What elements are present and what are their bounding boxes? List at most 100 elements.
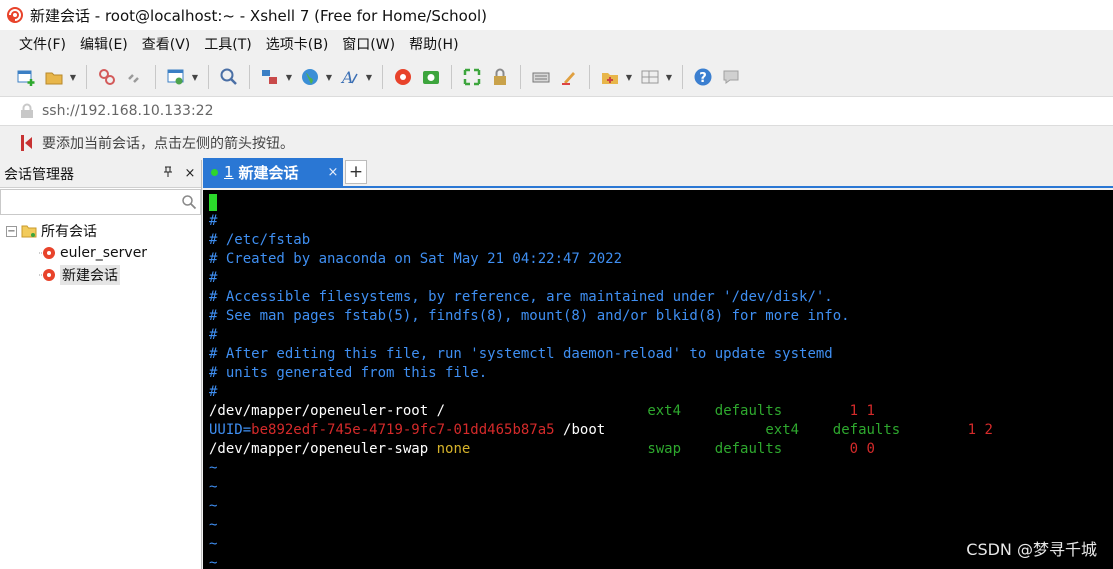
tree-root-all-sessions[interactable]: − 所有会话 (0, 220, 201, 242)
toolbar-separator (249, 65, 250, 89)
find-icon[interactable] (217, 65, 241, 89)
menu-help[interactable]: 帮助(H) (402, 34, 465, 54)
terminal-line: # After editing this file, run 'systemct… (209, 346, 833, 362)
help-icon[interactable]: ? (691, 65, 715, 89)
menu-window[interactable]: 窗口(W) (335, 34, 402, 54)
terminal-line: # Created by anaconda on Sat May 21 04:2… (209, 251, 623, 267)
svg-text:?: ? (699, 71, 707, 86)
open-folder-icon[interactable] (42, 65, 66, 89)
globe-dropdown-icon[interactable]: ▼ (324, 65, 334, 89)
window-title: 新建会话 - root@localhost:~ - Xshell 7 (Free… (30, 6, 488, 25)
add-session-arrow-icon[interactable] (20, 134, 34, 152)
layout-icon[interactable] (638, 65, 662, 89)
terminal-line: # Accessible filesystems, by reference, … (209, 289, 833, 305)
fstab-options: defaults (714, 441, 783, 457)
fstab-options: defaults (714, 403, 783, 419)
terminal-cursor-line (209, 193, 1113, 212)
transfer-icon[interactable] (258, 65, 282, 89)
fstab-mount: /boot (563, 422, 606, 438)
menu-view[interactable]: 查看(V) (135, 34, 198, 54)
connected-status-icon (211, 168, 218, 176)
terminal-empty-line: ~ (209, 460, 218, 476)
globe-icon[interactable] (298, 65, 322, 89)
session-item[interactable]: euler_server (0, 242, 201, 264)
fstab-mount: none (436, 441, 471, 457)
tab-label: 新建会话 (238, 163, 299, 182)
close-panel-button[interactable]: × (179, 166, 201, 181)
highlight-icon[interactable] (557, 65, 581, 89)
tab-session-active[interactable]: 1 新建会话 × (203, 158, 343, 186)
new-session-icon[interactable] (14, 65, 38, 89)
toolbar-separator (451, 65, 452, 89)
fstab-fs: ext4 (765, 422, 800, 438)
fstab-options: defaults (832, 422, 901, 438)
menu-tabs[interactable]: 选项卡(B) (259, 34, 336, 54)
address-bar[interactable]: ssh://192.168.10.133:22 (0, 96, 1113, 126)
terminal-line: # (209, 384, 218, 400)
terminal-line: # units generated from this file. (209, 365, 488, 381)
session-label: euler_server (60, 245, 148, 261)
session-manager-header: 会话管理器 × (0, 160, 201, 188)
properties-icon[interactable] (164, 65, 188, 89)
add-tab-button[interactable]: + (345, 160, 367, 184)
terminal-empty-line: ~ (209, 517, 218, 533)
xshell-logo-icon (7, 7, 23, 23)
toolbar-separator (589, 65, 590, 89)
hint-bar: 要添加当前会话，点击左侧的箭头按钮。 (0, 126, 1113, 160)
pin-button[interactable] (157, 166, 179, 182)
watermark: CSDN @梦寻千城 (966, 540, 1097, 559)
reconnect-icon[interactable] (123, 65, 147, 89)
terminal-line: # (209, 213, 218, 229)
fstab-mount: / (436, 403, 446, 419)
transfer-dropdown-icon[interactable]: ▼ (284, 65, 294, 89)
menu-file[interactable]: 文件(F) (12, 34, 73, 54)
fullscreen-icon[interactable] (460, 65, 484, 89)
xshell-icon[interactable] (391, 65, 415, 89)
hint-text: 要添加当前会话，点击左侧的箭头按钮。 (42, 136, 294, 152)
properties-dropdown-icon[interactable]: ▼ (190, 65, 200, 89)
session-manager: 会话管理器 × − 所有会话 euler_server 新建会话 (0, 160, 202, 569)
session-search-input[interactable] (0, 189, 201, 215)
fstab-uuid-prefix: UUID= (209, 422, 252, 438)
lock-icon[interactable] (488, 65, 512, 89)
session-item[interactable]: 新建会话 (0, 264, 201, 286)
menu-bar: 文件(F) 编辑(E) 查看(V) 工具(T) 选项卡(B) 窗口(W) 帮助(… (0, 30, 1113, 58)
toolbar-separator (382, 65, 383, 89)
tab-bar: 1 新建会话 × + (203, 158, 1113, 188)
fstab-entry-boot: UUID=be892edf-745e-4719-9fc7-01dd465b87a… (209, 421, 1113, 440)
lock-icon (21, 103, 33, 118)
open-dropdown-icon[interactable]: ▼ (68, 65, 78, 89)
disconnect-icon[interactable] (95, 65, 119, 89)
menu-tools[interactable]: 工具(T) (197, 34, 258, 54)
fstab-uuid: be892edf-745e-4719-9fc7-01dd465b87a5 (251, 422, 555, 438)
new-tab-icon[interactable] (598, 65, 622, 89)
font-icon[interactable]: A (338, 65, 362, 89)
address-input[interactable]: ssh://192.168.10.133:22 (42, 103, 213, 119)
fstab-entry-root: /dev/mapper/openeuler-root / ext4 defaul… (209, 402, 1113, 421)
terminal-line: # (209, 270, 218, 286)
toolbar-separator (155, 65, 156, 89)
search-icon[interactable] (181, 194, 197, 210)
new-tab-dropdown-icon[interactable]: ▼ (624, 65, 634, 89)
collapse-icon[interactable]: − (6, 225, 17, 237)
toolbar-separator (208, 65, 209, 89)
xftp-icon[interactable] (419, 65, 443, 89)
chat-icon[interactable] (719, 65, 743, 89)
fstab-device: /dev/mapper/openeuler-root (209, 403, 429, 419)
terminal[interactable]: # # /etc/fstab # Created by anaconda on … (203, 190, 1113, 569)
font-dropdown-icon[interactable]: ▼ (364, 65, 374, 89)
toolbar-separator (86, 65, 87, 89)
terminal-cursor (209, 194, 217, 211)
fstab-device: /dev/mapper/openeuler-swap (209, 441, 429, 457)
toolbar-separator (682, 65, 683, 89)
toolbar-separator (520, 65, 521, 89)
tab-close-button[interactable]: × (323, 165, 343, 180)
fstab-entry-swap: /dev/mapper/openeuler-swap none swap def… (209, 440, 1113, 459)
session-label: 新建会话 (60, 265, 120, 285)
session-tree: − 所有会话 euler_server 新建会话 (0, 216, 201, 286)
layout-dropdown-icon[interactable]: ▼ (664, 65, 674, 89)
keyboard-icon[interactable] (529, 65, 553, 89)
menu-edit[interactable]: 编辑(E) (73, 34, 135, 54)
terminal-empty-line: ~ (209, 479, 218, 495)
session-manager-title: 会话管理器 (4, 166, 74, 183)
